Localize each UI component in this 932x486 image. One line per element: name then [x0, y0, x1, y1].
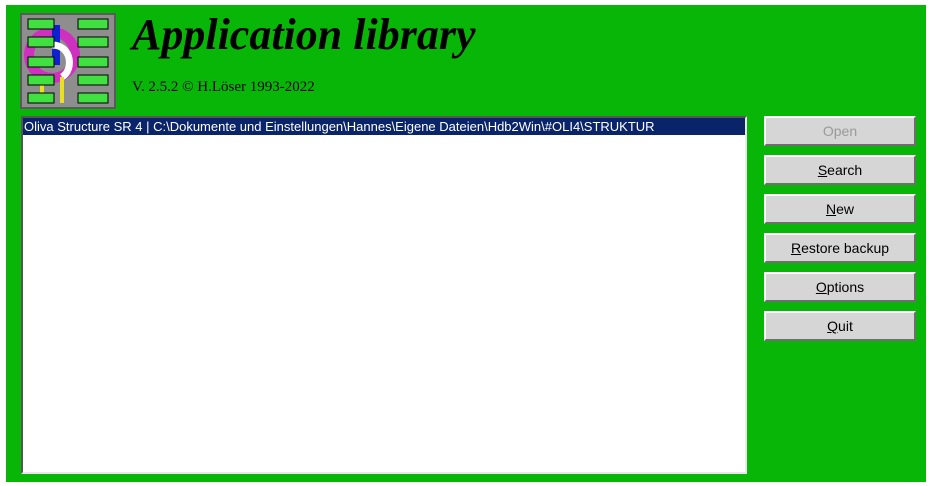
restore-accel-key: R [790, 240, 802, 256]
app-title: Application library [132, 10, 476, 59]
options-button[interactable]: Options [764, 272, 916, 302]
restore-backup-button[interactable]: Restore backup [764, 233, 916, 263]
search-label-rest: earch [827, 162, 863, 178]
list-item[interactable]: Oliva Structure SR 4 | C:\Dokumente und … [23, 118, 745, 135]
search-accel-key: S [817, 162, 828, 178]
search-button[interactable]: Search [764, 155, 916, 185]
open-button[interactable]: Open [764, 116, 916, 146]
quit-button[interactable]: Quit [764, 311, 916, 341]
options-label-rest: ptions [826, 279, 865, 295]
main-window: Application library V. 2.5.2 © H.Löser 1… [6, 5, 926, 482]
app-logo-icon [20, 13, 116, 109]
application-list[interactable]: Oliva Structure SR 4 | C:\Dokumente und … [21, 116, 747, 474]
new-button[interactable]: New [764, 194, 916, 224]
options-accel-key: O [815, 279, 827, 295]
new-label-rest: ew [836, 201, 855, 217]
new-accel-key: N [825, 201, 837, 217]
quit-label-rest: uit [838, 318, 853, 334]
version-text: V. 2.5.2 © H.Löser 1993-2022 [132, 79, 315, 95]
quit-accel-key: Q [827, 318, 839, 334]
restore-label-rest: estore backup [801, 240, 890, 256]
